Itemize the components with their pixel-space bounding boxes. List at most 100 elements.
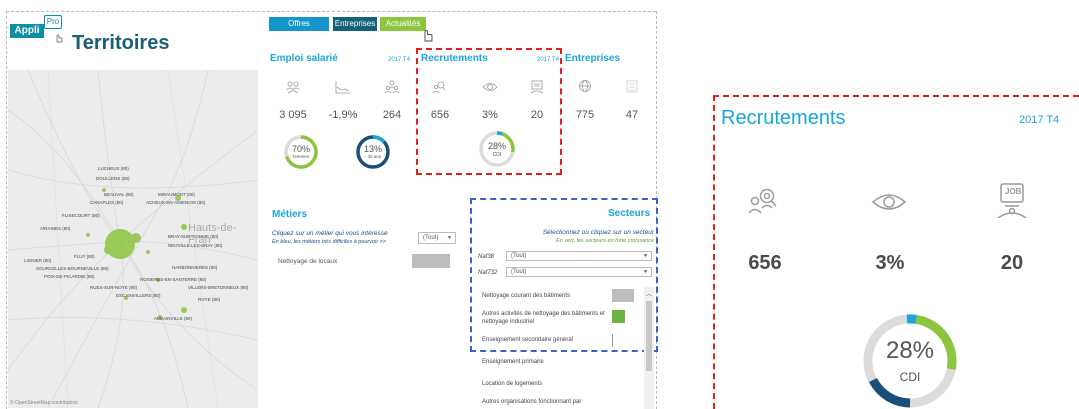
town-label: AIRAINES (80) xyxy=(40,226,71,231)
secteur-item[interactable]: Nettoyage courant des bâtiments xyxy=(482,293,607,299)
secteur-bar[interactable] xyxy=(612,334,613,347)
town-label: RUES-SUR-NOYE (80) xyxy=(90,285,138,290)
metier-bar[interactable] xyxy=(412,254,450,268)
recruiter-search-icon xyxy=(431,80,447,99)
donut-value: 28% xyxy=(487,141,506,151)
recrutements-title: Recrutements xyxy=(721,107,846,129)
town-label: LUCHEUX (80) xyxy=(98,166,129,171)
donut-cdi: 28% CDI xyxy=(861,312,959,409)
entreprises-value-1: 775 xyxy=(575,109,595,121)
town-label: FLIXECOURT (80) xyxy=(62,213,100,218)
tab-offres[interactable]: Offres xyxy=(269,17,329,31)
town-label: BEAUVAL (80) xyxy=(104,192,134,197)
naf38-select[interactable]: (Tout) ▼ xyxy=(506,251,652,261)
metiers-prompt: Cliquez sur un métier qui vous intéresse xyxy=(272,230,388,237)
hand-cursor-icon xyxy=(55,30,63,48)
globe-icon xyxy=(577,79,593,98)
donut-value: 28% xyxy=(885,337,935,364)
town-label: LIGNIER (80) xyxy=(24,258,52,263)
metier-item[interactable]: Nettoyage de locaux xyxy=(278,258,337,265)
eye-icon xyxy=(482,80,498,99)
recrutements-projets-value-small: 656 xyxy=(430,109,450,121)
town-label: SOURCELLES-BOURNEVILLE (80) xyxy=(36,266,109,271)
town-label: DOULLENS (80) xyxy=(96,176,130,181)
tab-entreprises[interactable]: Entreprises xyxy=(333,17,377,31)
trend-chart-icon xyxy=(335,80,351,99)
secteurs-hint: En vert, les secteurs en forte croissanc… xyxy=(556,238,654,244)
scrollbar-thumb[interactable] xyxy=(646,301,652,371)
region-label: Hauts-de-Fran xyxy=(188,222,237,246)
emploi-title: Emploi salarié xyxy=(270,53,338,64)
entreprises-value-2: 47 xyxy=(625,109,639,121)
tab-actualites[interactable]: Actualités xyxy=(380,17,426,31)
recruiter-search-icon xyxy=(747,186,781,223)
app-title: Territoires xyxy=(72,32,170,54)
map-attribution[interactable]: © OpenStreetMap contributors xyxy=(10,400,78,406)
metiers-filter-select[interactable]: (Tout) ▼ xyxy=(418,232,456,244)
town-label: ROSIERES-EN-SANTERRE (80) xyxy=(140,277,207,282)
emploi-period: 2017 T4 xyxy=(388,57,410,63)
recrutements-part-value-small: 3% xyxy=(482,109,498,121)
metiers-hint: En bleu, les métiers très difficiles à p… xyxy=(272,239,387,245)
naf732-select[interactable]: (Tout) ▼ xyxy=(506,267,652,277)
town-label: FLUY (80) xyxy=(74,254,95,259)
chevron-down-icon: ▼ xyxy=(447,235,452,241)
secteur-item[interactable]: Location de logements xyxy=(482,381,607,387)
town-label: ESCAINVILLERS (80) xyxy=(116,293,161,298)
eye-icon xyxy=(871,190,907,219)
chevron-down-icon: ▼ xyxy=(643,269,648,275)
job-board-icon: JOB xyxy=(995,182,1029,223)
naf732-label: Naf732 xyxy=(478,270,498,276)
town-label: MIRAUMONT (80) xyxy=(158,192,195,197)
donut-cdi-small: 28% CDI xyxy=(478,130,516,168)
emploi-salaries-value: 3 095 xyxy=(279,109,307,121)
town-label: CANAPLES (80) xyxy=(90,200,124,205)
donut-label: CDI xyxy=(492,152,502,158)
pointer-cursor-icon xyxy=(422,28,434,47)
donut-label: CDI xyxy=(899,370,921,384)
donut-label: - 30 ans xyxy=(364,154,382,159)
secteur-item[interactable]: Enseignement secondaire général xyxy=(482,337,607,343)
emploi-evolution-value: -1,9% xyxy=(328,109,358,121)
town-label: ABBAINVILLE (80) xyxy=(154,316,193,321)
town-label: HARBONNIERES (80) xyxy=(172,265,218,270)
emploi-etablissements-value: 264 xyxy=(382,109,402,121)
secteurs-title: Secteurs xyxy=(608,208,651,219)
metiers-title: Métiers xyxy=(272,209,308,220)
scroll-up-icon[interactable]: ︿ xyxy=(646,289,652,298)
secteur-bar[interactable] xyxy=(612,310,625,323)
secteurs-scrollbar[interactable]: ︿ xyxy=(644,287,654,409)
recrutements-offres-value-small: 20 xyxy=(530,109,544,121)
dashboard-page: Appli Pro Territoires LUCHEUX (80) DOULL… xyxy=(0,0,1079,409)
metiers-filter-value: (Tout) xyxy=(423,235,439,241)
job-board-icon xyxy=(529,80,545,99)
recrutements-projets-value: 656 xyxy=(748,252,782,274)
town-label: ACHEUX-EN-AMIENOIS (80) xyxy=(146,200,206,205)
secteurs-prompt: Sélectionnez ou cliquez sur un secteur xyxy=(542,229,654,236)
entreprises-title: Entreprises xyxy=(565,53,621,64)
donut-femmes: 70% femmes xyxy=(283,134,319,170)
secteur-bar[interactable] xyxy=(612,289,634,302)
recrutements-offres-value: 20 xyxy=(1000,252,1024,274)
chevron-down-icon: ▼ xyxy=(643,253,648,259)
town-label: ROYE (80) xyxy=(198,297,221,302)
secteur-item[interactable]: Autres activités de nettoyage des bâtime… xyxy=(482,310,607,326)
donut-label: femmes xyxy=(292,154,309,159)
recrutements-title-small: Recrutements xyxy=(421,53,488,64)
recrutements-part-value: 3% xyxy=(875,252,905,274)
secteur-item[interactable]: Enseignement primaire xyxy=(482,359,607,365)
frame-border-top xyxy=(6,11,656,12)
donut-value: 70% xyxy=(291,144,310,154)
appli-logo: Appli xyxy=(10,24,44,38)
job-icon-text: JOB xyxy=(1005,187,1022,196)
naf38-value: (Tout) xyxy=(511,253,527,259)
employees-icon xyxy=(285,80,301,99)
building-icon xyxy=(624,79,640,98)
secteur-item[interactable]: Autres organisations fonctionnant par xyxy=(482,399,607,405)
town-label: VILLERS-BRETONNEUX (80) xyxy=(188,285,249,290)
naf38-label: Naf38 xyxy=(478,254,495,260)
establishments-icon xyxy=(384,80,400,99)
territory-map[interactable]: LUCHEUX (80) DOULLENS (80) BEAUVAL (80) … xyxy=(8,70,258,408)
donut-value: 13% xyxy=(363,144,382,154)
pro-badge: Pro xyxy=(44,15,62,29)
